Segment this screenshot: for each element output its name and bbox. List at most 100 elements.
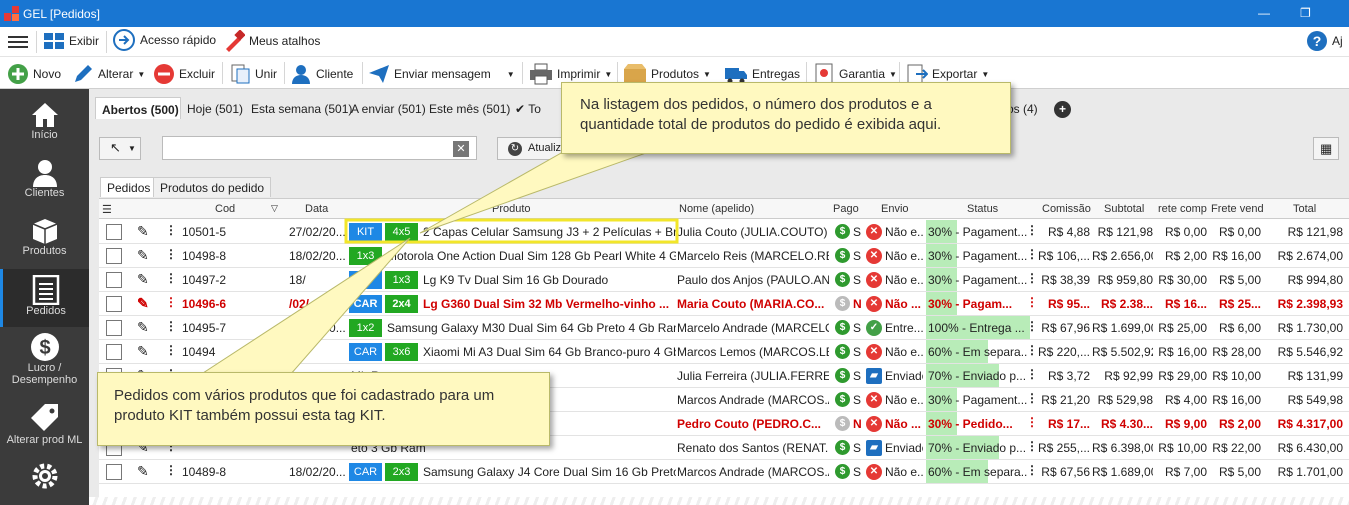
table-row[interactable]: ✎ ⋮ 10496-6/02/... CAR 2x4 Lg G360 Dual Sim 3…: [99, 292, 1349, 316]
cell-nome: Marcos Lemos (MARCOS.LE...: [677, 345, 829, 359]
column-chooser-icon[interactable]: ☰: [102, 203, 112, 216]
tab-hoje[interactable]: Hoje (501): [187, 97, 243, 119]
col-nome[interactable]: Nome (apelido): [679, 203, 754, 215]
col-pago[interactable]: Pago: [833, 203, 859, 215]
cell-comissao: R$ 17...: [1047, 417, 1090, 431]
row-checkbox[interactable]: [106, 248, 122, 264]
cell-subtotal: R$ 5.502,92: [1092, 345, 1153, 359]
cell-total: R$ 131,99: [1287, 369, 1343, 383]
row-checkbox[interactable]: [106, 272, 122, 288]
more-options-icon[interactable]: ⋮: [165, 223, 177, 237]
cliente-button[interactable]: Cliente: [290, 63, 353, 85]
cell-status: 30% - Pagament...: [928, 225, 1028, 239]
help-button[interactable]: ? Aj: [1306, 30, 1343, 52]
cell-status: 30% - Pagament...: [928, 393, 1028, 407]
cell-total: R$ 6.430,00: [1277, 441, 1343, 455]
tab-a-enviar[interactable]: A enviar (501): [351, 97, 426, 119]
cell-pago: S: [853, 273, 862, 287]
hamburger-menu-button[interactable]: [8, 31, 28, 53]
clear-search-button[interactable]: ✕: [453, 141, 469, 157]
more-options-icon[interactable]: ⋮: [165, 271, 177, 285]
table-row[interactable]: ✎ ⋮ 10501-5 27/02/20... KIT 4x5 2 Capas Celula…: [99, 220, 1349, 244]
col-envio[interactable]: Envio: [881, 203, 909, 215]
more-options-icon[interactable]: ⋮: [165, 319, 177, 333]
edit-icon[interactable]: ✎: [137, 271, 149, 288]
col-frete-vend[interactable]: Frete vend: [1211, 203, 1264, 215]
edit-icon[interactable]: ✎: [137, 247, 149, 264]
sidebar-item-clientes[interactable]: Clientes: [0, 159, 89, 209]
search-input[interactable]: [162, 136, 477, 160]
unir-button[interactable]: Unir: [229, 63, 277, 85]
tab-esta-semana[interactable]: Esta semana (501): [251, 97, 352, 119]
minimize-button[interactable]: —: [1258, 6, 1270, 20]
edit-icon[interactable]: ✎: [137, 319, 149, 336]
sidebar-item-alterar-prod-ml[interactable]: Alterar prod ML: [0, 402, 89, 454]
acesso-rapido-button[interactable]: Acesso rápido: [112, 29, 216, 51]
row-checkbox[interactable]: [106, 224, 122, 240]
more-options-icon[interactable]: ⋮: [165, 343, 177, 357]
col-comissao[interactable]: Comissão: [1042, 203, 1091, 215]
table-row[interactable]: ✎ ⋮ 10498-8 18/02/20... 1x3 Motorola One Acti…: [99, 244, 1349, 268]
grid-settings-button[interactable]: ▦: [1313, 137, 1339, 160]
table-row[interactable]: ✎ ⋮ 10494 CAR 3x6 Xiaomi Mi A3 Dual Sim 64 Gb…: [99, 340, 1349, 364]
exibir-button[interactable]: Exibir: [43, 30, 99, 52]
col-total[interactable]: Total: [1293, 203, 1316, 215]
subtab-pedidos[interactable]: Pedidos: [100, 177, 158, 197]
alterar-button[interactable]: Alterar ▼: [72, 63, 145, 85]
edit-icon[interactable]: ✎: [137, 223, 149, 240]
table-row[interactable]: ✎ ⋮ 10489-8 18/02/20... CAR 2x3 Samsung Galaxy…: [99, 460, 1349, 484]
row-checkbox[interactable]: [106, 344, 122, 360]
table-row[interactable]: ✎ ⋮ 10495-7 18/02/20... 1x2 Samsung Galaxy M3…: [99, 316, 1349, 340]
edit-icon[interactable]: ✎: [137, 295, 149, 312]
cell-subtotal: R$ 2.38...: [1100, 297, 1153, 311]
row-checkbox[interactable]: [106, 320, 122, 336]
row-checkbox[interactable]: [106, 464, 122, 480]
cell-total: R$ 549,98: [1287, 393, 1343, 407]
cell-produto: Xiaomi Mi A3 Dual Sim 64 Gb Branco-puro …: [423, 345, 676, 359]
subtab-produtos-do-pedido[interactable]: Produtos do pedido: [153, 177, 272, 197]
col-subtotal[interactable]: Subtotal: [1104, 203, 1144, 215]
shipping-status-icon: ✕: [866, 272, 882, 288]
enviar-mensagem-button[interactable]: Enviar mensagem ▼: [368, 63, 515, 85]
restore-button[interactable]: ❐: [1300, 6, 1311, 20]
orders-grid: ☰ Cod ▽ Data Produto Nome (apelido) Pago…: [99, 198, 1349, 505]
cell-nome: Marcelo Andrade (MARCELO...: [677, 321, 829, 335]
tab-este-mes[interactable]: Este mês (501): [429, 97, 510, 119]
col-frete-comp[interactable]: rete comp: [1158, 203, 1207, 215]
dollar-icon: $: [835, 440, 850, 455]
cell-comissao: R$ 106,...: [1037, 249, 1090, 263]
sidebar-item-pedidos[interactable]: Pedidos: [0, 269, 89, 327]
edit-icon[interactable]: ✎: [137, 343, 149, 360]
chevron-down-icon: ▼: [506, 69, 515, 79]
col-produto[interactable]: Produto: [492, 203, 531, 215]
dollar-icon: $: [835, 392, 850, 407]
sidebar-item-inicio[interactable]: Início: [0, 101, 89, 151]
tab-last[interactable]: os (4): [1007, 97, 1038, 119]
cell-pago: S: [853, 393, 862, 407]
novo-label: Novo: [33, 67, 62, 81]
sidebar-item-produtos[interactable]: Produtos: [0, 217, 89, 267]
tab-abertos[interactable]: Abertos (500): [95, 97, 181, 119]
cell-frete-vend: R$ 10,00: [1212, 369, 1261, 383]
tab-todos[interactable]: ✔ To: [515, 97, 541, 119]
cell-nome: Julia Couto (JULIA.COUTO): [677, 225, 828, 239]
more-options-icon[interactable]: ⋮: [165, 463, 177, 477]
col-cod[interactable]: Cod: [215, 203, 235, 215]
sidebar-item-config[interactable]: [0, 461, 89, 501]
excluir-button[interactable]: Excluir: [153, 63, 215, 85]
sidebar-item-lucro[interactable]: $ Lucro / Desempenho: [0, 332, 89, 394]
col-data[interactable]: Data: [305, 203, 328, 215]
table-row[interactable]: ✎ ⋮ 10497-2 18/KIT 1x3 Lg K9 Tv Dual Sim 16 G…: [99, 268, 1349, 292]
more-options-icon[interactable]: ⋮: [165, 247, 177, 261]
cell-frete-comp: R$ 30,00: [1158, 273, 1207, 287]
dollar-icon: $: [835, 248, 850, 263]
edit-icon[interactable]: ✎: [137, 463, 149, 480]
selection-mode-dropdown[interactable]: ↖ ▼: [99, 137, 141, 160]
meus-atalhos-button[interactable]: Meus atalhos: [223, 30, 320, 52]
add-tab-button[interactable]: +: [1054, 101, 1071, 118]
novo-button[interactable]: Novo: [7, 63, 61, 85]
col-status[interactable]: Status: [967, 203, 998, 215]
filter-icon[interactable]: ▽: [271, 203, 278, 214]
more-options-icon[interactable]: ⋮: [165, 295, 177, 309]
row-checkbox[interactable]: [106, 296, 122, 312]
